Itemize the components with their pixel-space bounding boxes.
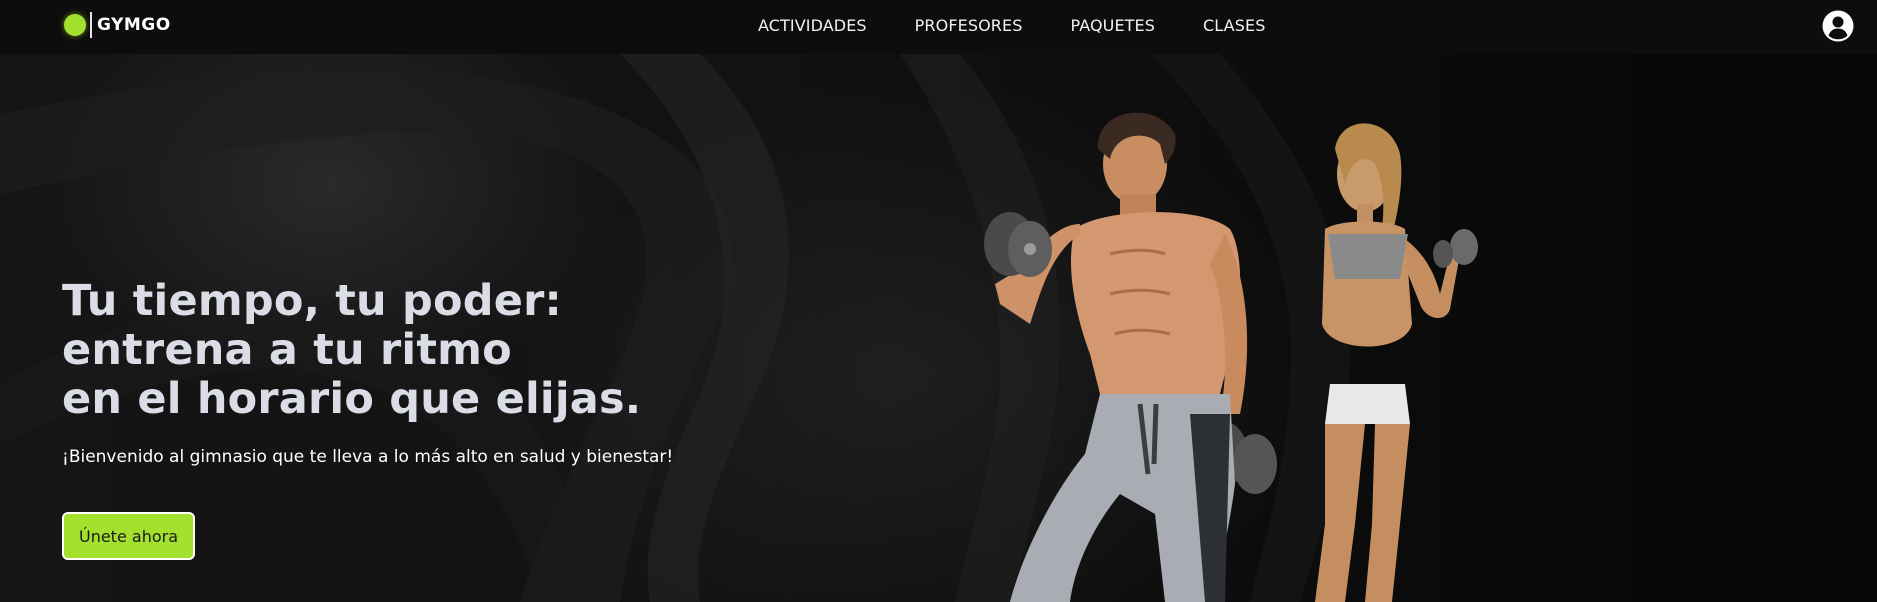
hero-headline: Tu tiempo, tu poder: entrena a tu ritmo … xyxy=(62,276,642,424)
woman-figure xyxy=(1315,123,1478,602)
join-now-button[interactable]: Únete ahora xyxy=(62,512,195,560)
nav-item-paquetes[interactable]: PAQUETES xyxy=(1070,16,1155,35)
top-navbar: GYMGO ACTIVIDADES PROFESORES PAQUETES CL… xyxy=(0,0,1877,54)
hero-section: Tu tiempo, tu poder: entrena a tu ritmo … xyxy=(0,54,1877,602)
man-figure xyxy=(984,112,1277,602)
user-circle-icon xyxy=(1822,10,1854,42)
logo-divider xyxy=(90,12,92,38)
brand-logo[interactable]: GYMGO xyxy=(64,11,171,39)
main-menu: ACTIVIDADES PROFESORES PAQUETES CLASES xyxy=(758,16,1265,35)
hero-subtitle: ¡Bienvenido al gimnasio que te lleva a l… xyxy=(62,447,674,467)
account-button[interactable] xyxy=(1822,10,1854,42)
nav-item-profesores[interactable]: PROFESORES xyxy=(915,16,1023,35)
nav-item-clases[interactable]: CLASES xyxy=(1203,16,1265,35)
hero-athletes-image xyxy=(984,112,1478,602)
brand-name: GYMGO xyxy=(97,15,171,35)
logo-dot-icon xyxy=(64,14,86,36)
nav-item-actividades[interactable]: ACTIVIDADES xyxy=(758,16,867,35)
